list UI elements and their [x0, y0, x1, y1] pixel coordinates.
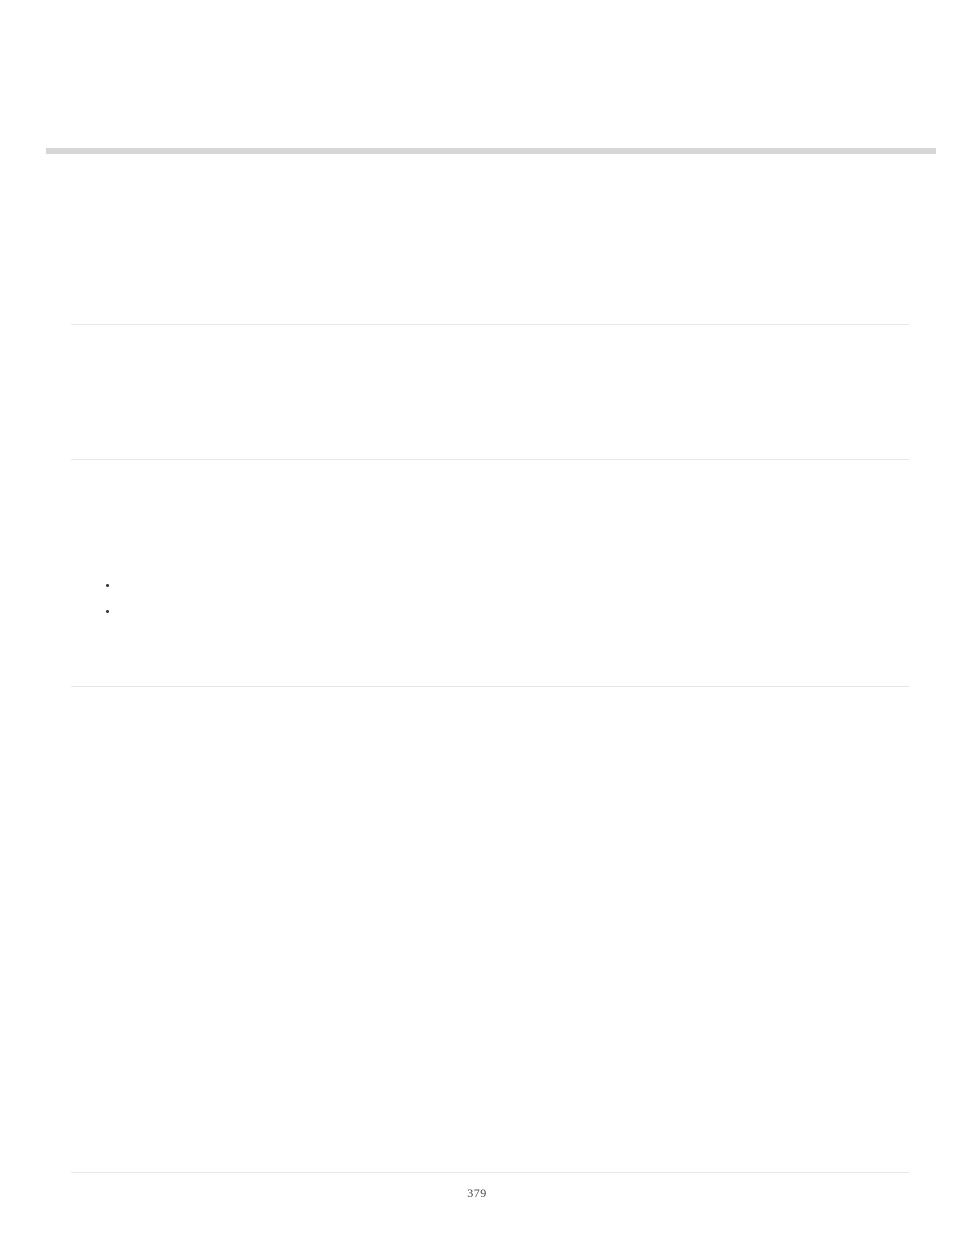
page-number: 379	[0, 1186, 954, 1201]
list-bullet	[106, 610, 109, 613]
horizontal-rule	[71, 324, 909, 325]
horizontal-rule	[71, 1172, 909, 1173]
list-bullet	[106, 584, 109, 587]
document-page: 379	[0, 0, 954, 1235]
horizontal-rule	[71, 459, 909, 460]
header-divider-bar	[46, 148, 936, 154]
horizontal-rule	[71, 686, 909, 687]
